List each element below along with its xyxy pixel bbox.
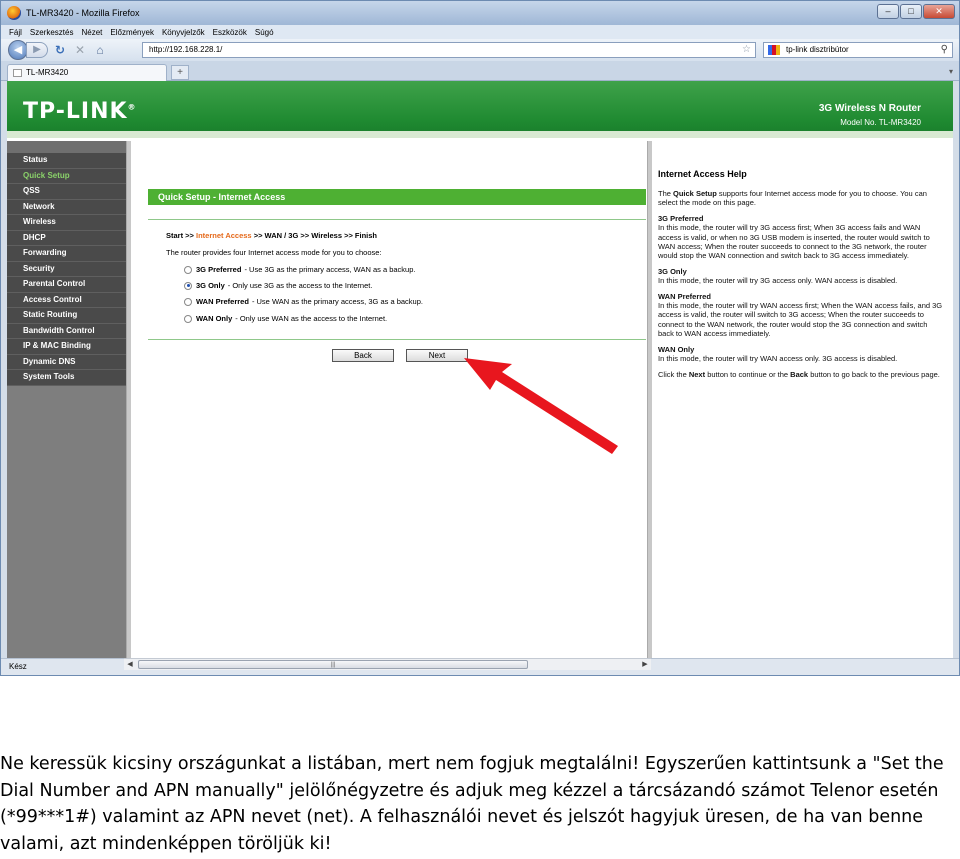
sidebar-item-forwarding[interactable]: Forwarding bbox=[7, 246, 126, 262]
menu-help[interactable]: Súgó bbox=[255, 28, 274, 37]
sidebar-item-bandwidth-control[interactable]: Bandwidth Control bbox=[7, 323, 126, 339]
firefox-icon bbox=[7, 6, 21, 20]
forward-arrow-icon[interactable]: ▶ bbox=[26, 42, 48, 58]
option-wan-preferred[interactable]: WAN Preferred - Use WAN as the primary ac… bbox=[184, 297, 423, 306]
sidebar-item-dynamic-dns[interactable]: Dynamic DNS bbox=[7, 354, 126, 370]
menu-bookmarks[interactable]: Könyvjelzők bbox=[162, 28, 205, 37]
scroll-right-icon[interactable]: ▶ bbox=[639, 659, 651, 670]
scrollbar-thumb[interactable]: ||| bbox=[138, 660, 528, 669]
sidebar-item-system-tools[interactable]: System Tools bbox=[7, 370, 126, 386]
status-text: Kész bbox=[9, 662, 27, 671]
scroll-left-icon[interactable]: ◀ bbox=[124, 659, 136, 670]
bookmark-star-icon[interactable]: ☆ bbox=[742, 43, 751, 57]
page-icon bbox=[13, 69, 22, 77]
minimize-icon[interactable]: – bbox=[877, 4, 899, 19]
breadcrumb: Start >> Internet Access >> WAN / 3G >> … bbox=[166, 231, 378, 240]
radio-3g-only[interactable] bbox=[184, 281, 192, 290]
window-controls: – □ ✕ bbox=[877, 4, 955, 19]
tab-title: TL-MR3420 bbox=[26, 68, 69, 77]
sidebar-item-quick-setup[interactable]: Quick Setup bbox=[7, 168, 126, 184]
sidebar-item-access-control[interactable]: Access Control bbox=[7, 292, 126, 308]
sidebar-item-dhcp[interactable]: DHCP bbox=[7, 230, 126, 246]
tab-bar: TL-MR3420 + ▾ bbox=[1, 61, 959, 81]
menu-view[interactable]: Nézet bbox=[81, 28, 102, 37]
tp-link-logo: TP-LINK® bbox=[23, 99, 137, 124]
browser-window: TL-MR3420 - Mozilla Firefox – □ ✕ Fájl S… bbox=[0, 0, 960, 676]
menu-bar: Fájl Szerkesztés Nézet Előzmények Könyvj… bbox=[1, 25, 959, 39]
help-title: Internet Access Help bbox=[658, 169, 747, 179]
search-icon[interactable]: ⚲ bbox=[941, 43, 948, 57]
radio-wan-preferred[interactable] bbox=[184, 297, 192, 306]
help-footer: Click the Next button to continue or the… bbox=[658, 369, 940, 379]
help-intro: The Quick Setup supports four Internet a… bbox=[658, 189, 927, 208]
help-section-wan-preferred: WAN Preferred In this mode, the router wi… bbox=[658, 291, 943, 339]
sidebar-item-ip-mac-binding[interactable]: IP & MAC Binding bbox=[7, 339, 126, 355]
close-icon[interactable]: ✕ bbox=[923, 4, 955, 19]
stop-icon[interactable]: ✕ bbox=[72, 42, 88, 58]
radio-wan-only[interactable] bbox=[184, 314, 192, 323]
navigation-toolbar: ◀ ▶ ↻ ✕ ⌂ http://192.168.228.1/ ☆ tp-lin… bbox=[1, 39, 959, 61]
help-section-3g-preferred: 3G Preferred In this mode, the router wil… bbox=[658, 213, 930, 261]
back-button[interactable]: Back bbox=[332, 349, 394, 362]
google-icon bbox=[768, 45, 780, 55]
menu-tools[interactable]: Eszközök bbox=[213, 28, 247, 37]
intro-text: The router provides four Internet access… bbox=[166, 248, 382, 257]
tab-list-icon[interactable]: ▾ bbox=[949, 67, 953, 76]
search-bar[interactable]: tp-link disztribútor ⚲ bbox=[763, 42, 953, 58]
sidebar-item-static-routing[interactable]: Static Routing bbox=[7, 308, 126, 324]
option-3g-only[interactable]: 3G Only - Only use 3G as the access to th… bbox=[184, 281, 372, 290]
router-banner: TP-LINK® 3G Wireless N Router Model No. … bbox=[7, 81, 953, 138]
breadcrumb-current: Internet Access bbox=[196, 231, 252, 240]
red-arrow-annotation bbox=[464, 358, 618, 454]
new-tab-button[interactable]: + bbox=[171, 65, 189, 80]
sidebar-item-parental-control[interactable]: Parental Control bbox=[7, 277, 126, 293]
radio-3g-preferred[interactable] bbox=[184, 265, 192, 274]
caption-text: Ne keressük kicsiny országunkat a listáb… bbox=[0, 754, 944, 854]
menu-history[interactable]: Előzmények bbox=[110, 28, 154, 37]
reload-icon[interactable]: ↻ bbox=[52, 42, 68, 58]
url-text: http://192.168.228.1/ bbox=[149, 45, 223, 54]
window-title: TL-MR3420 - Mozilla Firefox bbox=[26, 8, 140, 18]
sidebar-item-qss[interactable]: QSS bbox=[7, 184, 126, 200]
address-bar[interactable]: http://192.168.228.1/ ☆ bbox=[142, 42, 756, 58]
sidebar-item-status[interactable]: Status bbox=[7, 153, 126, 169]
option-wan-only[interactable]: WAN Only - Only use WAN as the access to … bbox=[184, 314, 387, 323]
sidebar-item-security[interactable]: Security bbox=[7, 261, 126, 277]
help-panel: Internet Access Help The Quick Setup sup… bbox=[652, 141, 953, 658]
horizontal-scrollbar[interactable]: ◀ ||| ▶ bbox=[124, 658, 651, 670]
back-arrow-icon[interactable]: ◀ bbox=[8, 40, 28, 60]
sidebar-item-wireless[interactable]: Wireless bbox=[7, 215, 126, 231]
help-section-3g-only: 3G Only In this mode, the router will try… bbox=[658, 266, 898, 286]
maximize-icon[interactable]: □ bbox=[900, 4, 922, 19]
model-number: Model No. TL-MR3420 bbox=[840, 118, 921, 127]
sidebar-list: Status Quick Setup QSS Network Wireless DHCP F… bbox=[7, 153, 126, 386]
section-header: Quick Setup - Internet Access bbox=[148, 189, 646, 205]
sidebar-menu: Status Quick Setup QSS Network Wireless DHCP F… bbox=[7, 141, 126, 658]
title-bar: TL-MR3420 - Mozilla Firefox – □ ✕ bbox=[1, 1, 959, 25]
search-text: tp-link disztribútor bbox=[786, 45, 849, 54]
product-name: 3G Wireless N Router bbox=[818, 103, 921, 114]
menu-file[interactable]: Fájl bbox=[9, 28, 22, 37]
menu-edit[interactable]: Szerkesztés bbox=[30, 28, 74, 37]
home-icon[interactable]: ⌂ bbox=[92, 42, 108, 58]
help-section-wan-only: WAN Only In this mode, the router will tr… bbox=[658, 344, 898, 364]
option-3g-preferred[interactable]: 3G Preferred - Use 3G as the primary acce… bbox=[184, 265, 416, 274]
tab-router[interactable]: TL-MR3420 bbox=[7, 64, 167, 81]
sidebar-item-network[interactable]: Network bbox=[7, 199, 126, 215]
